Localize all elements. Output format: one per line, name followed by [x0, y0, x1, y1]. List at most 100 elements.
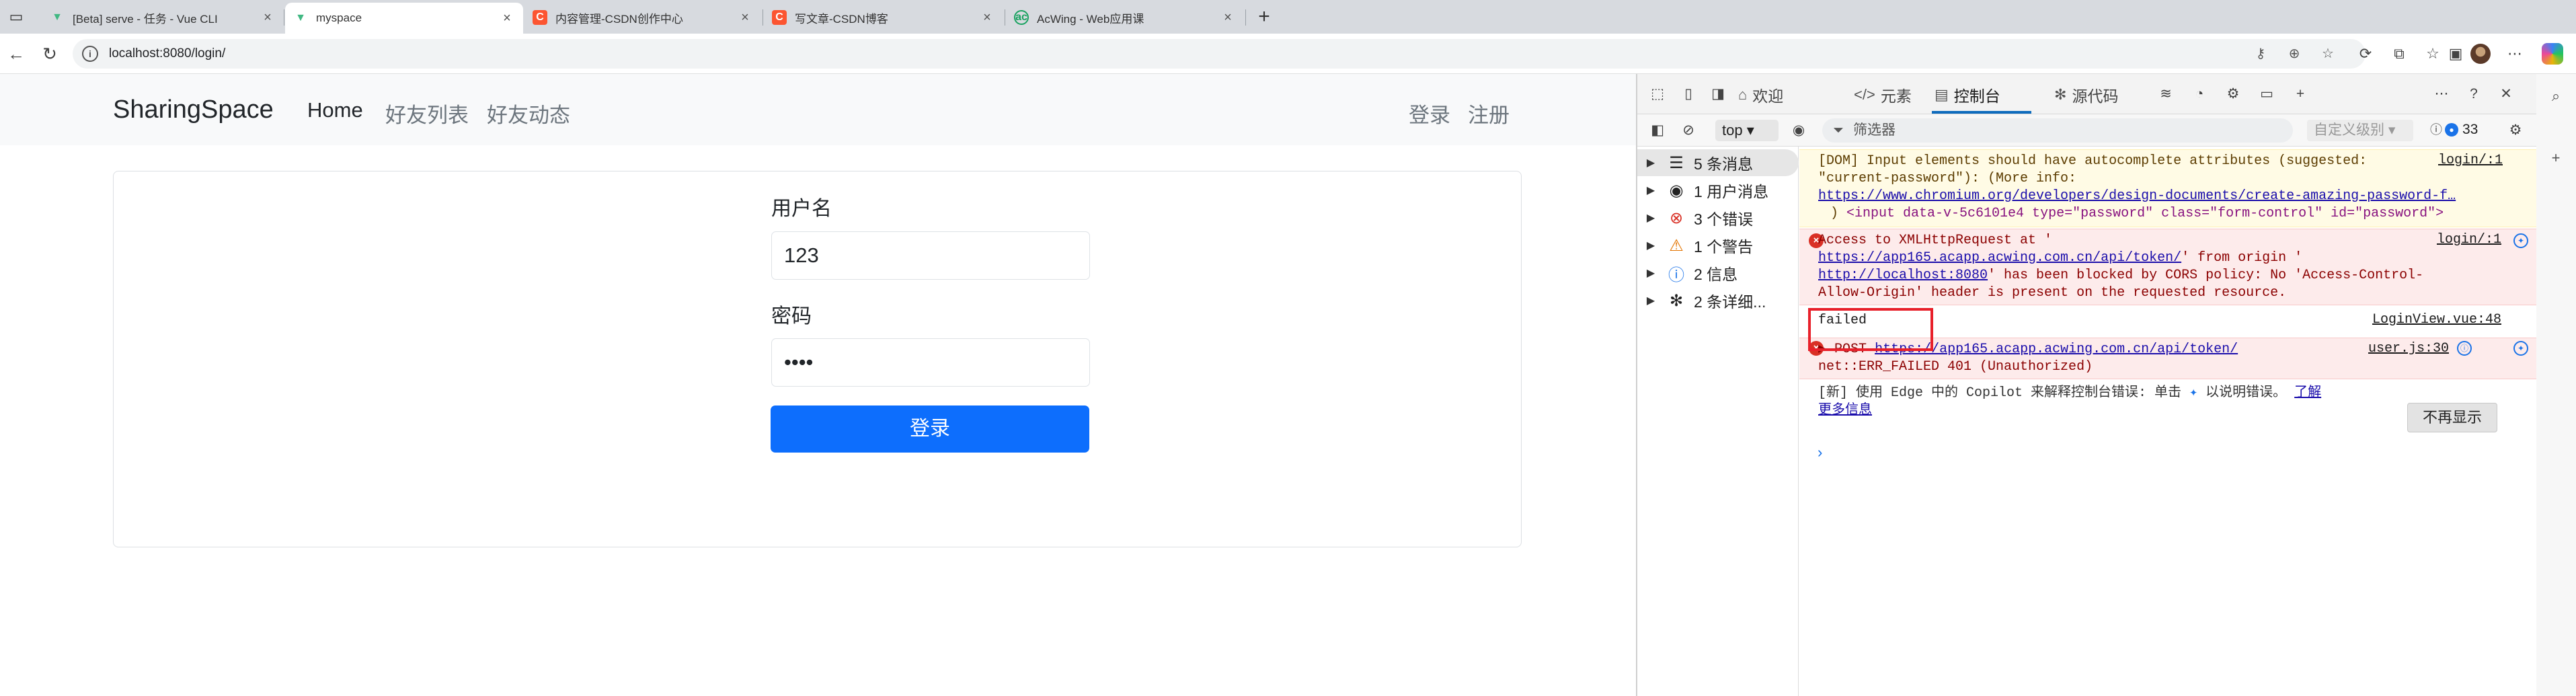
refresh-icon[interactable]: ↻ — [38, 42, 62, 66]
site-info-icon[interactable]: i — [82, 46, 98, 62]
active-tab-indicator — [1932, 111, 2031, 114]
dock-icon[interactable]: ◨ — [1707, 83, 1729, 105]
source-link[interactable]: login/:1 — [2437, 232, 2501, 247]
add-icon[interactable]: + — [2546, 148, 2566, 168]
sidebar-item-errors[interactable]: ▶ ⊗ 3 个错误 — [1637, 204, 1799, 231]
csdn-icon: C — [533, 10, 547, 25]
message-link[interactable]: https://app165.acapp.acwing.com.cn/api/t… — [1818, 250, 2181, 266]
address-bar[interactable]: i localhost:8080/login/ ⚷ ⊕ ☆ — [73, 39, 2366, 69]
nav-register[interactable]: 注册 — [1468, 98, 1510, 128]
nav-moments[interactable]: 好友动态 — [487, 98, 570, 128]
expand-caret-icon[interactable]: ▶ — [1637, 294, 1664, 307]
tab-sources[interactable]: ✻ 源代码 — [2054, 83, 2118, 106]
network-info-icon[interactable]: ⓘ — [2457, 341, 2472, 356]
navbar: SharingSpace Home 好友列表 好友动态 登录 注册 — [0, 74, 1636, 145]
sidebar-toggle-icon[interactable]: ◧ — [1647, 120, 1668, 141]
brand-link[interactable]: SharingSpace — [113, 95, 274, 124]
expand-caret-icon[interactable]: ▶ — [1637, 266, 1664, 280]
back-icon[interactable]: ← — [4, 42, 28, 66]
source-link[interactable]: user.js:30 — [2368, 341, 2449, 356]
console-settings-icon[interactable]: ⚙ — [2505, 120, 2526, 141]
performance-icon[interactable]: ◔ — [2189, 83, 2210, 105]
message-text: Access to XMLHttpRequest at ' — [1818, 233, 2053, 248]
nav-home[interactable]: Home — [307, 98, 363, 122]
new-tab-icon[interactable]: + — [1253, 5, 1276, 28]
context-select[interactable]: top ▾ — [1715, 120, 1779, 141]
sidebar-item-verbose[interactable]: ▶ ✻ 2 条详细... — [1637, 287, 1799, 314]
tab-actions-icon[interactable]: ▭ — [5, 6, 27, 28]
tab-console[interactable]: ▤ 控制台 — [1935, 83, 2000, 106]
collections-icon[interactable]: ▣ — [2445, 43, 2466, 65]
close-icon[interactable]: × — [979, 10, 995, 26]
message-link[interactable]: http://localhost:8080 — [1818, 268, 1988, 283]
expand-caret-icon[interactable]: ▶ — [1637, 156, 1664, 169]
filter-icon: ⏷ — [1833, 123, 1844, 138]
learn-more-link[interactable]: 了解 — [2294, 385, 2321, 401]
avatar[interactable] — [2470, 44, 2491, 64]
sidebar-item-info[interactable]: ▶ ⓘ 2 信息 — [1637, 260, 1799, 286]
nav-friends[interactable]: 好友列表 — [385, 98, 469, 128]
network-icon[interactable]: ≋ — [2155, 83, 2177, 105]
tab-title: 内容管理-CSDN创作中心 — [555, 12, 683, 26]
username-input[interactable]: 123 — [771, 231, 1090, 280]
more-tools-icon[interactable]: + — [2290, 83, 2311, 105]
login-submit-button[interactable]: 登录 — [771, 405, 1089, 453]
copilot-explain-icon[interactable]: ✦ — [2513, 341, 2528, 356]
element-tag[interactable]: <input data-v-5c6101e4 type="password" c… — [1846, 206, 2444, 221]
inspect-icon[interactable]: ⬚ — [1647, 83, 1668, 105]
expand-caret-icon[interactable]: ▶ — [1637, 184, 1664, 197]
application-icon[interactable]: ▭ — [2256, 83, 2277, 105]
source-link[interactable]: login/:1 — [2438, 153, 2503, 168]
close-icon[interactable]: ✕ — [2495, 83, 2517, 105]
tab-elements[interactable]: </> 元素 — [1854, 83, 1912, 106]
copilot-explain-icon[interactable]: ✦ — [2513, 233, 2528, 248]
tab-csdn-content[interactable]: C 内容管理-CSDN创作中心 × — [524, 4, 761, 31]
sidebar-item-warnings[interactable]: ▶ ⚠ 1 个警告 — [1637, 232, 1799, 259]
message-link[interactable]: https://www.chromium.org/developers/desi… — [1818, 188, 2456, 205]
live-expression-eye-icon[interactable]: ◉ — [1788, 120, 1809, 141]
expand-caret-icon[interactable]: ▶ — [1637, 239, 1664, 252]
extensions-icon[interactable]: ⧉ — [2388, 43, 2410, 65]
close-icon[interactable]: × — [260, 10, 276, 26]
tab-label: 欢迎 — [1752, 87, 1784, 105]
more-menu-icon[interactable]: ⋯ — [2504, 43, 2526, 65]
message-element[interactable]: ) <input data-v-5c6101e4 type="password"… — [1830, 205, 2444, 223]
issues-counter[interactable]: ⓘ ● 33 — [2427, 121, 2478, 139]
close-icon[interactable]: × — [1220, 10, 1236, 26]
favorite-star-icon[interactable]: ☆ — [2318, 44, 2337, 63]
source-link[interactable]: LoginView.vue:48 — [2372, 312, 2501, 327]
url-text[interactable]: localhost:8080/login/ — [109, 46, 225, 61]
tab-csdn-write[interactable]: C 写文章-CSDN博客 × — [764, 4, 1003, 31]
refresh-page-icon[interactable]: ⟳ — [2355, 43, 2376, 65]
close-icon[interactable]: × — [737, 10, 753, 26]
tab-welcome[interactable]: ⌂ 欢迎 — [1738, 83, 1783, 106]
more-options-icon[interactable]: ⋯ — [2431, 83, 2452, 105]
close-icon[interactable]: × — [499, 11, 515, 26]
clear-console-icon[interactable]: ⊘ — [1678, 120, 1699, 141]
tab-vue-cli[interactable]: ▼ [Beta] serve - 任务 - Vue CLI × — [42, 4, 284, 31]
tab-myspace[interactable]: ▼ myspace × — [285, 3, 523, 34]
tab-acwing[interactable]: ac AcWing - Web应用课 × — [1006, 4, 1244, 31]
sidebar-item-messages[interactable]: ▶ ☰ 5 条消息 — [1637, 149, 1799, 176]
help-icon[interactable]: ? — [2463, 83, 2485, 105]
nav-login[interactable]: 登录 — [1409, 98, 1450, 128]
code-icon: </> — [1854, 86, 1875, 103]
dont-show-again-button[interactable]: 不再显示 — [2407, 403, 2497, 432]
search-icon[interactable]: ⌕ — [2546, 86, 2566, 106]
password-input[interactable]: •••• — [771, 338, 1090, 387]
zoom-icon[interactable]: ⊕ — [2285, 44, 2304, 63]
sidebar-item-user-messages[interactable]: ▶ ◉ 1 用户消息 — [1637, 177, 1799, 204]
console-filter-input[interactable]: ⏷ 筛选器 — [1822, 118, 2293, 143]
learn-more-link[interactable]: 更多信息 — [1818, 402, 1872, 420]
favorites-icon[interactable]: ☆ — [2422, 43, 2444, 65]
key-icon[interactable]: ⚷ — [2251, 44, 2270, 63]
settings-gear-icon[interactable]: ⚙ — [2222, 83, 2244, 105]
device-emulation-icon[interactable]: ▯ — [1678, 83, 1699, 105]
message-text: Allow-Origin' header is present on the r… — [1818, 285, 2287, 301]
csdn-icon: C — [772, 10, 787, 25]
expand-caret-icon[interactable]: ▶ — [1637, 211, 1664, 225]
copilot-icon[interactable] — [2542, 43, 2563, 65]
message-text: "current-password"): (More info: — [1818, 171, 2077, 186]
console-prompt[interactable]: › — [1816, 445, 1824, 462]
log-level-select[interactable]: 自定义级别 ▾ — [2307, 120, 2413, 141]
